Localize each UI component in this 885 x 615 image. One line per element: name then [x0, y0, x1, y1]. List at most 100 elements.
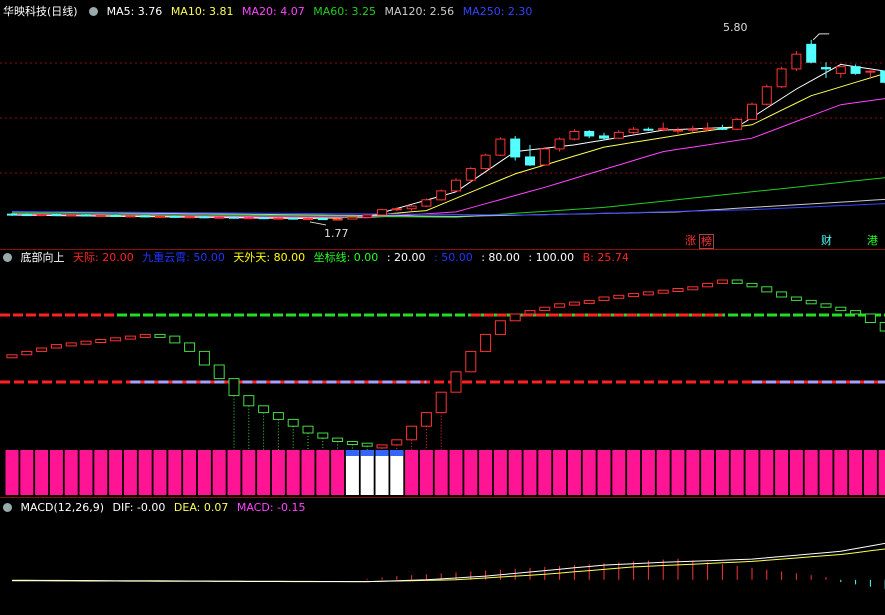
indicator-pink-bar	[271, 450, 285, 495]
marker-zhang[interactable]: 涨	[684, 234, 697, 247]
indicator-pink-bar	[153, 450, 167, 495]
candle-up	[303, 218, 313, 221]
candle-up	[36, 214, 47, 217]
indicator-pink-bar	[183, 450, 197, 495]
settings-icon[interactable]	[3, 503, 12, 512]
indicator-pink-bar	[286, 450, 300, 495]
indicator-pink-bar	[612, 450, 626, 495]
indicator-blue-cap	[375, 450, 389, 456]
indicator-pink-bar	[109, 450, 123, 495]
candle-up	[791, 53, 802, 70]
indicator-pink-bar	[79, 450, 93, 495]
candle-up	[66, 214, 77, 217]
candle-up	[243, 217, 254, 220]
legend-zuobiao: 坐标线: 0.00	[313, 251, 379, 264]
indicator-box-up	[568, 301, 580, 306]
candle-up	[747, 103, 757, 120]
indicator-box-up	[391, 439, 403, 446]
indicator-box-down	[746, 282, 758, 288]
indicator-pink-bar	[553, 450, 567, 495]
indicator-box-up	[716, 279, 728, 284]
legend-ma60: MA60: 3.25	[313, 5, 376, 18]
candle-up	[865, 70, 876, 73]
indicator-white-bar	[390, 450, 404, 495]
indicator-box-down	[820, 303, 832, 308]
indicator-box-down	[317, 432, 329, 439]
indicator-box-up	[435, 391, 447, 414]
candle-up	[687, 128, 698, 131]
indicator-pink-bar	[434, 450, 448, 495]
indicator-pink-bar	[64, 450, 78, 495]
indicator-box-down	[184, 342, 196, 352]
legend-ma120: MA120: 2.56	[384, 5, 455, 18]
indicator-box-down	[805, 299, 817, 305]
candle-up	[658, 127, 669, 131]
indicator-pink-bar	[227, 450, 241, 495]
indicator-box-down	[332, 437, 344, 443]
marker-gang[interactable]: 港	[866, 234, 879, 247]
indicator-pink-bar	[449, 450, 463, 495]
candle-down	[525, 156, 535, 166]
candle-down	[821, 67, 831, 70]
indicator-box-down	[361, 442, 373, 447]
indicator-pink-bar	[641, 450, 655, 495]
indicator-pink-bar	[863, 450, 877, 495]
marker-bang[interactable]: 榜	[699, 234, 714, 249]
ma-line-ma5	[11, 63, 885, 220]
macd-dea-line	[12, 548, 885, 583]
candle-up	[421, 199, 432, 207]
candle-down	[51, 214, 62, 217]
candle-up	[155, 215, 165, 218]
indicator-box-up	[139, 333, 151, 338]
indicator-pink-bar	[405, 450, 419, 495]
candle-down	[140, 215, 151, 218]
settings-icon[interactable]	[3, 253, 12, 262]
candle-down	[258, 217, 269, 220]
indicator-pink-bar	[20, 450, 34, 495]
indicator-pink-bar	[775, 450, 789, 495]
indicator-pink-bar	[49, 450, 63, 495]
candle-up	[480, 154, 491, 170]
indicator-box-down	[169, 335, 181, 344]
indicator-white-bar	[375, 450, 389, 495]
indicator-box-up	[598, 296, 610, 301]
indicator-pink-bar	[257, 450, 271, 495]
candle-up	[95, 214, 106, 217]
indicator-box-up	[687, 286, 699, 291]
indicator-pink-bar	[804, 450, 818, 495]
indicator-pink-bar	[878, 450, 885, 495]
candle-up	[628, 128, 639, 133]
indicator-box-down	[302, 425, 314, 434]
indicator-box-down	[287, 418, 299, 427]
candle-down	[229, 216, 239, 219]
candle-up	[125, 215, 136, 218]
indicator-box-up	[628, 293, 640, 298]
indicator-box-up	[494, 320, 506, 335]
indicator-pink-bar	[760, 450, 774, 495]
settings-icon[interactable]	[89, 7, 99, 16]
indicator-pink-bar	[464, 450, 478, 495]
indicator-box-down	[272, 412, 284, 420]
indicator-pink-bar	[212, 450, 226, 495]
indicator-pink-bar	[656, 450, 670, 495]
indicator-pink-bar	[523, 450, 537, 495]
legend-v100: : 100.00	[528, 251, 575, 264]
candle-down	[169, 215, 180, 218]
indicator-pink-bar	[715, 450, 729, 495]
indicator-box-up	[50, 344, 62, 349]
indicator-pink-bar	[419, 450, 433, 495]
indicator-box-up	[95, 339, 107, 343]
indicator-box-up	[509, 313, 521, 322]
indicator-blue-cap	[390, 450, 404, 456]
indicator-pink-bar	[582, 450, 596, 495]
legend-b: B: 25.74	[582, 251, 629, 264]
indicator-pink-bar	[745, 450, 759, 495]
candle-up	[613, 131, 624, 139]
legend-v80: : 80.00	[481, 251, 520, 264]
indicator-pink-bar	[567, 450, 581, 495]
indicator-box-up	[554, 303, 566, 308]
candle-up	[569, 130, 580, 140]
marker-cai[interactable]: 财	[820, 234, 833, 247]
indicator-box-down	[258, 405, 270, 414]
candle-down	[317, 218, 328, 221]
